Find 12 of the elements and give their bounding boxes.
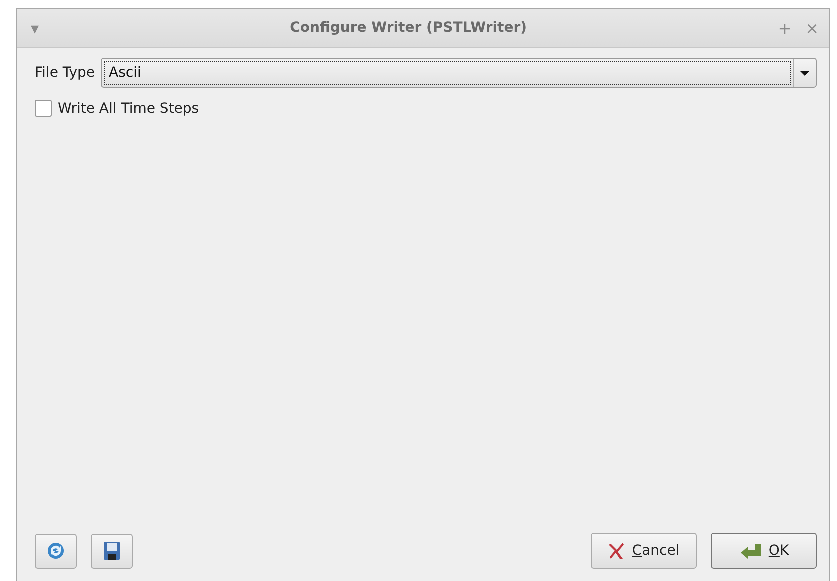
cancel-button[interactable]: Cancel <box>591 533 697 569</box>
cross-icon <box>608 542 626 560</box>
ok-button[interactable]: OK <box>711 533 817 569</box>
save-button[interactable] <box>91 534 133 568</box>
window-title: Configure Writer (PSTLWriter) <box>289 20 528 36</box>
file-type-label: File Type <box>35 65 96 81</box>
refresh-icon <box>47 542 65 560</box>
checkbox-label: Write All Time Steps <box>58 100 200 116</box>
file-type-dropdown[interactable]: Ascii <box>101 58 817 88</box>
return-arrow-icon <box>738 542 763 560</box>
refresh-button[interactable] <box>35 534 77 568</box>
checkbox[interactable] <box>35 100 52 117</box>
